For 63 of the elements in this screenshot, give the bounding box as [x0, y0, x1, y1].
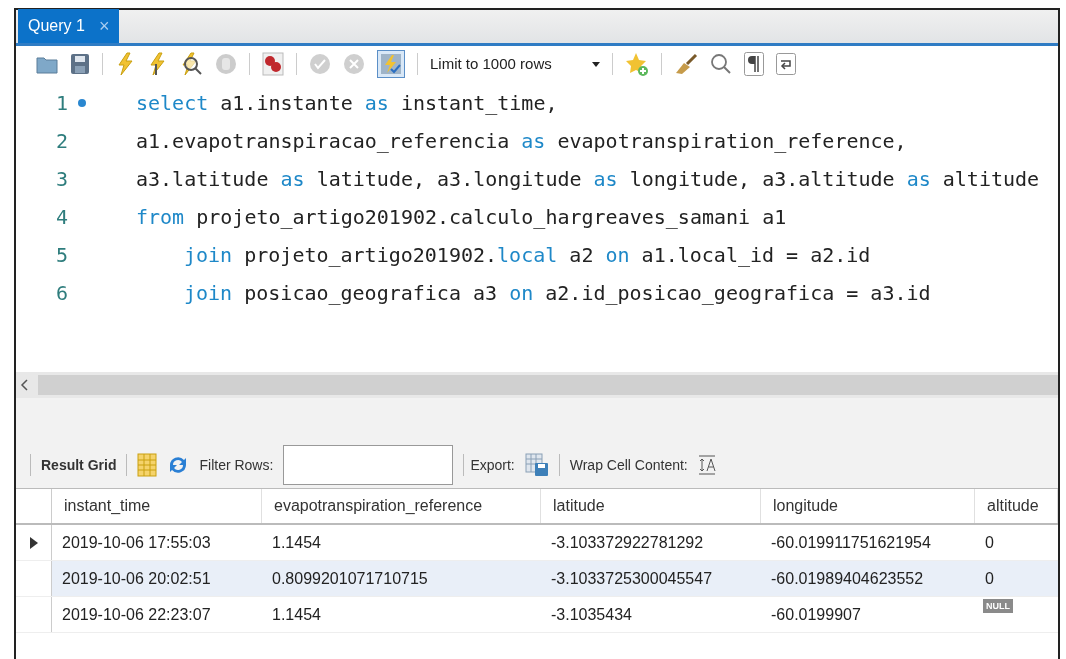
code-line: from projeto_artigo201902.calculo_hargreaves_samani a1 — [136, 204, 787, 231]
line-number: 6 — [56, 280, 69, 307]
table-cell-text: -3.1035434 — [551, 604, 632, 625]
paragraph-icon[interactable] — [743, 52, 764, 76]
star-plus-icon[interactable] — [624, 52, 649, 76]
line-number: 4 — [56, 204, 69, 231]
table-cell-text: -3.1033725300045547 — [551, 568, 713, 589]
folder-icon[interactable] — [36, 54, 58, 74]
autocommit-toggle-button[interactable] — [377, 50, 405, 78]
lightning-cursor-icon[interactable] — [147, 52, 167, 76]
dropdown-caret-icon — [591, 61, 600, 67]
table-cell-text: 2019-10-06 20:02:51 — [62, 568, 211, 589]
horizontal-scrollbar[interactable] — [38, 375, 1058, 395]
broom-icon[interactable] — [673, 53, 698, 75]
search-icon[interactable] — [709, 53, 732, 75]
lightning-icon[interactable] — [115, 52, 135, 76]
result-row[interactable]: 2019-10-06 20:02:51 0.8099201071710715 -3.1033725300045547 -60.01989404623552 0 — [16, 561, 1058, 597]
line-number: 3 — [56, 166, 69, 193]
table-cell-text: -60.01989404623552 — [771, 568, 924, 589]
code-line: select a1.instante as instant_time, — [136, 90, 558, 117]
column-header[interactable]: altitude — [975, 489, 1058, 523]
line-number: 2 — [56, 128, 69, 155]
save-icon[interactable] — [70, 53, 90, 75]
column-header[interactable]: evapotranspiration_reference — [262, 489, 541, 523]
table-cell-text: 0 — [985, 532, 994, 553]
column-header[interactable]: instant_time — [52, 489, 262, 523]
filter-rows-field[interactable] — [283, 445, 454, 485]
column-header[interactable]: longitude — [761, 489, 975, 523]
export-table-icon[interactable] — [524, 453, 549, 477]
filter-rows-label: Filter Rows: — [199, 455, 274, 475]
row-limit-dropdown[interactable]: Limit to 1000 rows — [430, 52, 600, 76]
table-cell-text: 2019-10-06 22:23:07 — [62, 604, 211, 625]
commit-check-icon[interactable] — [309, 53, 331, 75]
export-label: Export: — [470, 455, 515, 475]
scroll-left-icon[interactable] — [20, 378, 30, 392]
lightning-check-icon — [380, 53, 402, 75]
wrap-cell-content-label: Wrap Cell Content: — [569, 455, 688, 475]
result-row[interactable]: 2019-10-06 17:55:03 1.1454 -3.103372922781292 -60.019911751621954 0 — [16, 525, 1058, 561]
table-cell-text: 0.8099201071710715 — [272, 568, 428, 589]
query-tab[interactable]: Query 1 × — [18, 9, 120, 43]
table-cell-text: 1.1454 — [272, 604, 321, 625]
line-number: 1 — [56, 88, 87, 118]
table-cell-text: -60.019911751621954 — [771, 532, 931, 553]
code-line: a1.evapotranspiracao_referencia as evapotranspiration_reference, — [136, 128, 907, 155]
grid-columns-icon[interactable] — [137, 453, 158, 477]
null-badge: NULL — [983, 599, 1013, 613]
column-header[interactable]: latitude — [541, 489, 761, 523]
table-cell-text: 0 — [985, 568, 994, 589]
wrap-text-icon[interactable] — [697, 455, 716, 475]
result-row[interactable]: 2019-10-06 22:23:07 1.1454 -3.1035434 -60.0199907 NULL — [16, 597, 1058, 633]
code-line: join posicao_geografica a3 on a2.id_posicao_geografica = a3.id — [184, 280, 931, 307]
table-cell-text: -60.0199907 — [771, 604, 861, 625]
code-line: join projeto_artigo201902.local a2 on a1.local_id = a2.id — [184, 242, 871, 269]
lightning-magnifier-icon[interactable] — [179, 52, 203, 76]
current-row-arrow-icon — [29, 536, 38, 549]
table-cell-text: 2019-10-06 17:55:03 — [62, 532, 211, 553]
table-cell-text: -3.103372922781292 — [551, 532, 704, 553]
result-grid-tab[interactable]: Result Grid — [41, 454, 117, 476]
line-number: 5 — [56, 242, 69, 269]
word-wrap-icon[interactable] — [775, 53, 796, 75]
code-line: a3.latitude as latitude, a3.longitude as longitude, a3.altitude as altitude — [136, 166, 1040, 193]
error-icon[interactable] — [262, 52, 284, 76]
table-cell-text: 1.1454 — [272, 532, 321, 553]
